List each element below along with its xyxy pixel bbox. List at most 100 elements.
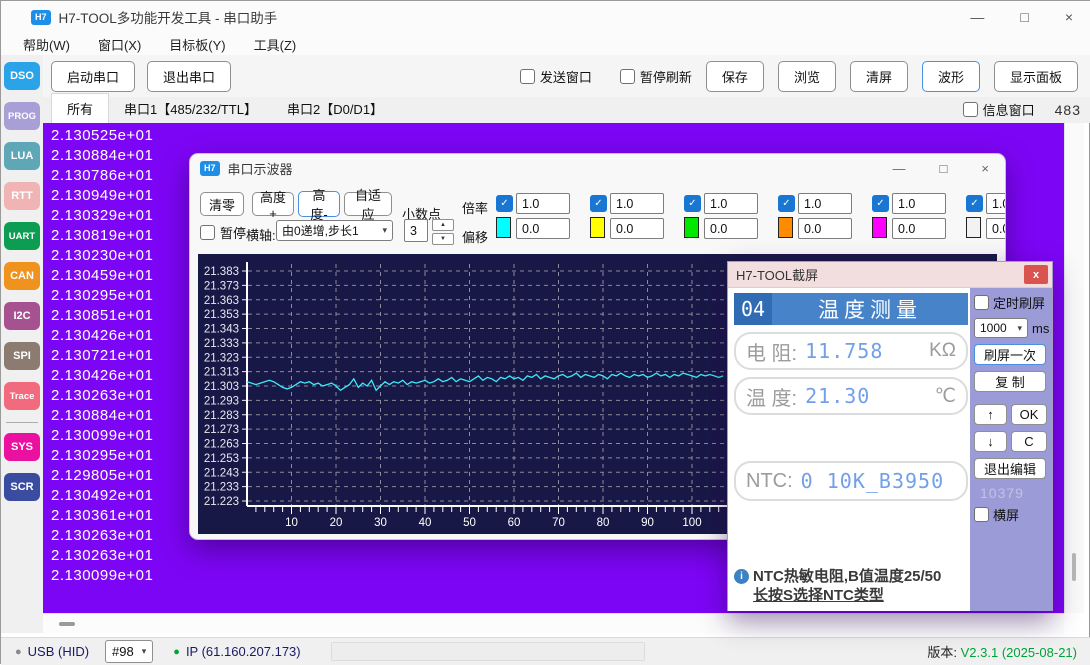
sidebar-item-i2c[interactable]: I2C — [4, 302, 40, 330]
sidebar-item-spi[interactable]: SPI — [4, 342, 40, 370]
timer-refresh-checkbox[interactable]: 定时刷屏 — [974, 293, 1048, 312]
auto-fit-button[interactable]: 自适应 — [344, 192, 392, 216]
vertical-scrollbar[interactable] — [1064, 123, 1084, 613]
device-page-title: 温度测量 — [772, 293, 968, 325]
channel-1-offset-input[interactable]: 0.0 — [516, 218, 570, 239]
device-code: 10379 — [980, 485, 1048, 501]
horizontal-scrollbar[interactable] — [43, 613, 1064, 634]
height-plus-button[interactable]: 高度+ — [252, 192, 294, 216]
ok-button[interactable]: OK — [1011, 404, 1047, 425]
sidebar-item-scr[interactable]: SCR — [4, 473, 40, 501]
decimal-spinner[interactable]: 3 — [404, 219, 428, 242]
channel-2-offset-input[interactable]: 0.0 — [610, 218, 664, 239]
resistance-unit: KΩ — [929, 340, 956, 362]
refresh-once-button[interactable]: 刷屏一次 — [974, 344, 1046, 365]
osc-minimize-icon[interactable]: — — [893, 161, 906, 176]
channel-1-scale-input[interactable]: 1.0 — [516, 193, 570, 214]
menu-target-board[interactable]: 目标板(Y) — [155, 35, 239, 54]
info-window-checkbox[interactable]: 信息窗口 — [963, 100, 1035, 119]
landscape-checkbox[interactable]: 横屏 — [974, 505, 1048, 524]
channel-3-offset-input[interactable]: 0.0 — [704, 218, 758, 239]
channel-4-scale-input[interactable]: 1.0 — [798, 193, 852, 214]
x-axis-mode-select[interactable]: 由0递增,步长1 ▾ — [276, 220, 393, 241]
oscilloscope-title-bar[interactable]: H7 串口示波器 — □ × — [190, 154, 1005, 182]
channel-6-color-swatch[interactable] — [966, 217, 981, 238]
info-window-label: 信息窗口 — [983, 100, 1035, 119]
channel-6-enable-checkbox[interactable]: ✓ — [966, 195, 983, 212]
wave-button[interactable]: 波形 — [922, 61, 980, 92]
clear-zero-button[interactable]: 清零 — [200, 192, 244, 216]
sidebar-item-can[interactable]: CAN — [4, 262, 40, 290]
minimize-icon[interactable]: — — [970, 9, 984, 25]
send-window-checkbox-box[interactable] — [520, 69, 535, 84]
sidebar-item-lua[interactable]: LUA — [4, 142, 40, 170]
channel-2-enable-checkbox[interactable]: ✓ — [590, 195, 607, 212]
channel-4-offset-input[interactable]: 0.0 — [798, 218, 852, 239]
sidebar-item-uart[interactable]: UART — [4, 222, 40, 250]
c-button[interactable]: C — [1011, 431, 1047, 452]
start-serial-button[interactable]: 启动串口 — [51, 61, 135, 92]
channel-4-enable-checkbox[interactable]: ✓ — [778, 195, 795, 212]
channel-3-enable-checkbox[interactable]: ✓ — [684, 195, 701, 212]
channel-3-color-swatch[interactable] — [684, 217, 699, 238]
info-window-checkbox-box[interactable] — [963, 102, 978, 117]
pause-refresh-checkbox-box[interactable] — [620, 69, 635, 84]
menu-help[interactable]: 帮助(W) — [9, 35, 84, 54]
sidebar-item-sys[interactable]: SYS — [4, 433, 40, 461]
sidebar-item-rtt[interactable]: RTT — [4, 182, 40, 210]
channel-5-offset-input[interactable]: 0.0 — [892, 218, 946, 239]
osc-maximize-icon[interactable]: □ — [940, 161, 948, 176]
down-arrow-button[interactable]: ↓ — [974, 431, 1007, 452]
channel-3-scale-input[interactable]: 1.0 — [704, 193, 758, 214]
capture-title-bar[interactable]: H7-TOOL截屏 x — [728, 262, 1052, 288]
port-select[interactable]: #98 ▾ — [105, 640, 153, 663]
close-icon[interactable]: × — [1065, 9, 1073, 25]
sidebar-item-trace[interactable]: Trace — [4, 382, 40, 410]
channel-2-scale-input[interactable]: 1.0 — [610, 193, 664, 214]
channel-5-scale-input[interactable]: 1.0 — [892, 193, 946, 214]
sidebar-item-dso[interactable]: DSO — [4, 62, 40, 90]
interval-select[interactable]: 1000 ▾ — [974, 318, 1028, 338]
menu-tools[interactable]: 工具(Z) — [240, 35, 311, 54]
channel-5-color-swatch[interactable] — [872, 217, 887, 238]
channel-2-color-swatch[interactable] — [590, 217, 605, 238]
show-panel-button[interactable]: 显示面板 — [994, 61, 1078, 92]
exit-serial-button[interactable]: 退出串口 — [147, 61, 231, 92]
channel-5-enable-checkbox[interactable]: ✓ — [872, 195, 889, 212]
pause-refresh-checkbox[interactable]: 暂停刷新 — [620, 67, 692, 86]
spin-up-icon[interactable]: ▲ — [432, 219, 454, 231]
svg-text:21.333: 21.333 — [204, 338, 239, 350]
channel-4-color-swatch[interactable] — [778, 217, 793, 238]
channel-6-offset-input[interactable]: 0.0 — [986, 218, 1006, 239]
exit-edit-button[interactable]: 退出编辑 — [974, 458, 1046, 479]
tab-serial1[interactable]: 串口1【485/232/TTL】 — [109, 94, 272, 123]
osc-pause-checkbox-box[interactable] — [200, 225, 215, 240]
svg-text:21.233: 21.233 — [204, 482, 239, 494]
osc-close-icon[interactable]: × — [981, 161, 989, 176]
channel-1-color-swatch[interactable] — [496, 217, 511, 238]
vertical-scrollbar-thumb[interactable] — [1072, 553, 1076, 581]
svg-text:21.303: 21.303 — [204, 381, 239, 393]
osc-pause-checkbox[interactable]: 暂停 — [200, 223, 246, 242]
channel-6-scale-input[interactable]: 1.0 — [986, 193, 1006, 214]
tab-serial2[interactable]: 串口2【D0/D1】 — [272, 94, 398, 123]
capture-close-icon[interactable]: x — [1024, 265, 1048, 284]
height-minus-button[interactable]: 高度- — [298, 191, 340, 217]
sidebar-item-prog[interactable]: PROG — [4, 102, 40, 130]
data-list-value: 2.130851e+01 — [51, 306, 153, 326]
timer-refresh-checkbox-box[interactable] — [974, 295, 989, 310]
spin-down-icon[interactable]: ▼ — [432, 233, 454, 245]
copy-button[interactable]: 复 制 — [974, 371, 1046, 392]
version-value: V2.3.1 (2025-08-21) — [961, 645, 1077, 660]
save-button[interactable]: 保存 — [706, 61, 764, 92]
tab-all[interactable]: 所有 — [51, 93, 109, 123]
channel-1-enable-checkbox[interactable]: ✓ — [496, 195, 513, 212]
maximize-icon[interactable]: □ — [1020, 9, 1028, 25]
menu-window[interactable]: 窗口(X) — [84, 35, 155, 54]
up-arrow-button[interactable]: ↑ — [974, 404, 1007, 425]
landscape-checkbox-box[interactable] — [974, 507, 989, 522]
browse-button[interactable]: 浏览 — [778, 61, 836, 92]
clear-screen-button[interactable]: 清屏 — [850, 61, 908, 92]
horizontal-scrollbar-thumb[interactable] — [59, 622, 75, 626]
send-window-checkbox[interactable]: 发送窗口 — [520, 67, 592, 86]
